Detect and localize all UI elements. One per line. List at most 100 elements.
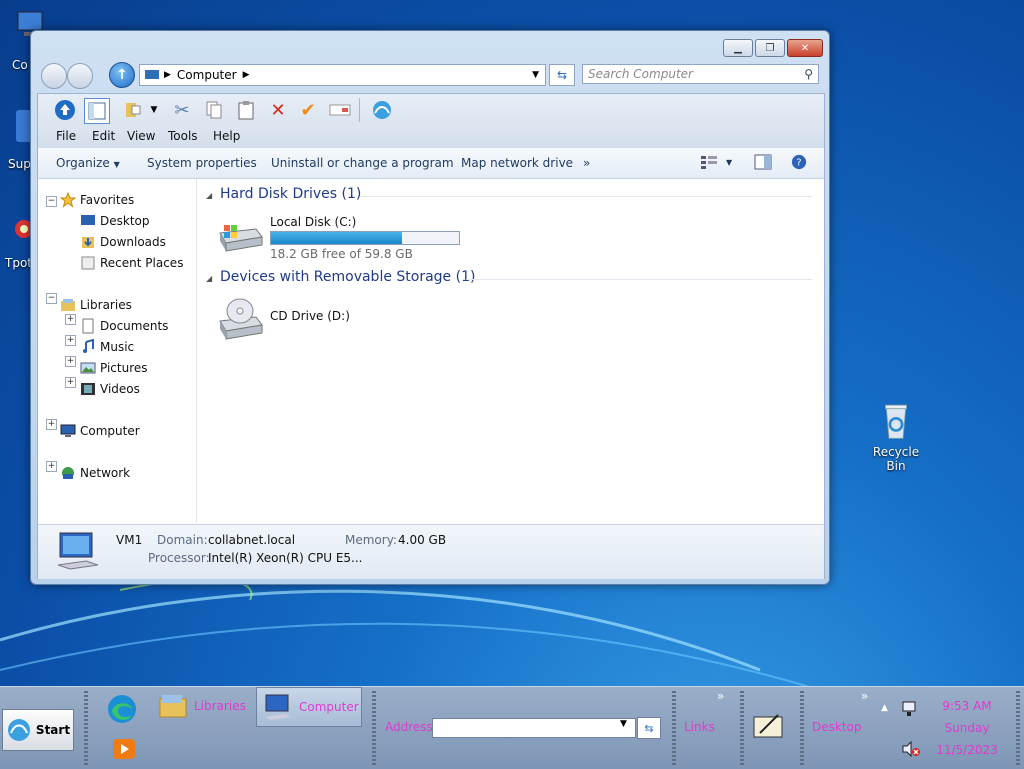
group-collapse-icon[interactable]: ◢ — [206, 274, 212, 283]
nav-desktop[interactable]: Desktop — [80, 213, 150, 229]
more-commands-button[interactable]: » — [583, 156, 590, 170]
taskbar-grip[interactable] — [84, 691, 88, 765]
group-collapse-icon[interactable]: ◢ — [206, 191, 212, 200]
preview-pane-icon[interactable] — [754, 154, 772, 170]
edge-browser-icon[interactable] — [106, 693, 138, 725]
maximize-button[interactable]: ❐ — [755, 39, 785, 57]
shell-logo-icon[interactable] — [370, 98, 394, 122]
expand-icon[interactable]: + — [46, 461, 57, 472]
rename-icon[interactable] — [328, 98, 352, 122]
menu-help[interactable]: Help — [213, 129, 240, 143]
start-button[interactable]: Start — [2, 709, 74, 751]
taskbar-button-libraries[interactable]: Libraries — [154, 687, 256, 725]
nav-pictures[interactable]: Pictures — [80, 360, 148, 376]
search-input[interactable]: Search Computer ⚲ — [582, 64, 819, 84]
expand-icon[interactable]: + — [65, 356, 76, 367]
search-placeholder: Search Computer — [588, 67, 693, 81]
address-bar[interactable]: ▶ Computer ▶ ▼ — [139, 64, 546, 86]
delete-icon[interactable]: ✕ — [266, 98, 290, 122]
nav-downloads[interactable]: Downloads — [80, 234, 166, 250]
clock-date[interactable]: 11/5/2023 — [930, 743, 1004, 757]
back-button[interactable] — [41, 63, 67, 89]
desktop-icon-recycle-bin[interactable]: Recycle Bin — [863, 400, 929, 473]
menu-tools[interactable]: Tools — [168, 129, 198, 143]
nav-network[interactable]: Network — [60, 465, 130, 481]
cd-drive-name: CD Drive (D:) — [270, 309, 350, 323]
view-dropdown-icon[interactable]: ▼ — [726, 158, 732, 167]
domain-value: collabnet.local — [208, 533, 296, 547]
taskbar-grip[interactable] — [1016, 691, 1020, 765]
taskbar-grip[interactable] — [740, 691, 744, 765]
change-view-icon[interactable] — [700, 154, 718, 170]
drive-cd-d[interactable]: CD Drive (D:) — [216, 297, 416, 343]
nav-libraries[interactable]: Libraries — [60, 297, 132, 313]
desktop-icon-tpot-label[interactable]: Tpot — [5, 256, 32, 270]
links-chevron[interactable]: » — [717, 689, 724, 703]
breadcrumb-arrow-icon[interactable]: ▶ — [164, 70, 171, 80]
paste-icon[interactable] — [234, 98, 258, 122]
group-hard-disk-drives[interactable]: Hard Disk Drives (1) — [220, 186, 361, 202]
views-dropdown-icon[interactable]: ▼ — [142, 98, 166, 122]
search-icon[interactable]: ⚲ — [804, 67, 813, 81]
nav-music[interactable]: Music — [80, 339, 134, 355]
refresh-button[interactable]: ⇆ — [549, 64, 575, 86]
show-desktop-icon[interactable] — [752, 711, 786, 741]
collapse-icon[interactable]: − — [46, 196, 57, 207]
menu-file[interactable]: File — [56, 129, 76, 143]
processor-label: Processor: — [148, 551, 210, 565]
address-dropdown-icon[interactable]: ▼ — [532, 70, 539, 80]
volume-muted-icon[interactable] — [901, 741, 921, 757]
desktop-icon-support-label[interactable]: Sup — [8, 157, 31, 171]
properties-check-icon[interactable]: ✔ — [296, 98, 320, 122]
explorer-window[interactable]: ▁ ❐ ✕ ↑ ▶ Computer ▶ ▼ ⇆ Search Computer… — [30, 30, 830, 585]
organize-button[interactable]: Organize ▼ — [56, 156, 120, 170]
forward-button[interactable] — [67, 63, 93, 89]
details-pane: VM1 Domain: collabnet.local Memory: 4.00… — [38, 524, 824, 579]
collapse-icon[interactable]: − — [46, 293, 57, 304]
taskbar-address-go-button[interactable]: ⇆ — [637, 717, 661, 739]
up-button[interactable]: ↑ — [109, 62, 135, 88]
expand-icon[interactable]: + — [65, 314, 76, 325]
copy-icon[interactable] — [202, 98, 226, 122]
menu-edit[interactable]: Edit — [92, 129, 115, 143]
desktop-chevron[interactable]: » — [861, 689, 868, 703]
taskbar-button-computer[interactable]: Computer — [256, 687, 362, 727]
clock-time[interactable]: 9:53 AM — [930, 699, 1004, 713]
taskbar-address-input[interactable] — [432, 718, 636, 738]
media-player-icon[interactable] — [112, 738, 136, 760]
expand-icon[interactable]: + — [65, 377, 76, 388]
minimize-button[interactable]: ▁ — [723, 39, 753, 57]
drive-local-disk-c[interactable]: Local Disk (C:) 18.2 GB free of 59.8 GB — [216, 215, 476, 261]
expand-icon[interactable]: + — [65, 335, 76, 346]
system-properties-button[interactable]: System properties — [147, 156, 257, 170]
nav-videos[interactable]: Videos — [80, 381, 140, 397]
task-libraries-label: Libraries — [194, 699, 246, 713]
toolbar-separator — [359, 98, 360, 122]
taskbar-grip[interactable] — [800, 691, 804, 765]
map-network-drive-button[interactable]: Map network drive — [461, 156, 573, 170]
cut-icon[interactable]: ✂ — [170, 98, 194, 122]
close-button[interactable]: ✕ — [787, 39, 823, 57]
group-removable-storage[interactable]: Devices with Removable Storage (1) — [220, 269, 475, 285]
address-location[interactable]: Computer — [177, 68, 237, 82]
network-tray-icon[interactable] — [901, 701, 919, 717]
nav-recent-places[interactable]: Recent Places — [80, 255, 183, 271]
help-icon[interactable]: ? — [790, 154, 808, 170]
domain-label: Domain: — [157, 533, 208, 547]
taskbar-address-dropdown-icon[interactable]: ▼ — [620, 719, 627, 729]
up-folder-icon[interactable] — [53, 98, 77, 122]
taskbar-grip[interactable] — [672, 691, 676, 765]
nav-documents[interactable]: Documents — [80, 318, 168, 334]
folders-pane-icon[interactable] — [84, 98, 110, 124]
show-hidden-icons-icon[interactable]: ▲ — [881, 703, 888, 713]
desktop-icon-computer-label[interactable]: Co — [12, 58, 28, 72]
nav-computer-label: Computer — [80, 424, 140, 438]
breadcrumb-arrow-icon[interactable]: ▶ — [243, 70, 250, 80]
uninstall-program-button[interactable]: Uninstall or change a program — [271, 156, 454, 170]
expand-icon[interactable]: + — [46, 419, 57, 430]
nav-favorites[interactable]: Favorites — [60, 192, 134, 208]
nav-computer[interactable]: Computer — [60, 423, 140, 439]
clock-day[interactable]: Sunday — [930, 721, 1004, 735]
taskbar-grip[interactable] — [372, 691, 376, 765]
menu-view[interactable]: View — [127, 129, 155, 143]
